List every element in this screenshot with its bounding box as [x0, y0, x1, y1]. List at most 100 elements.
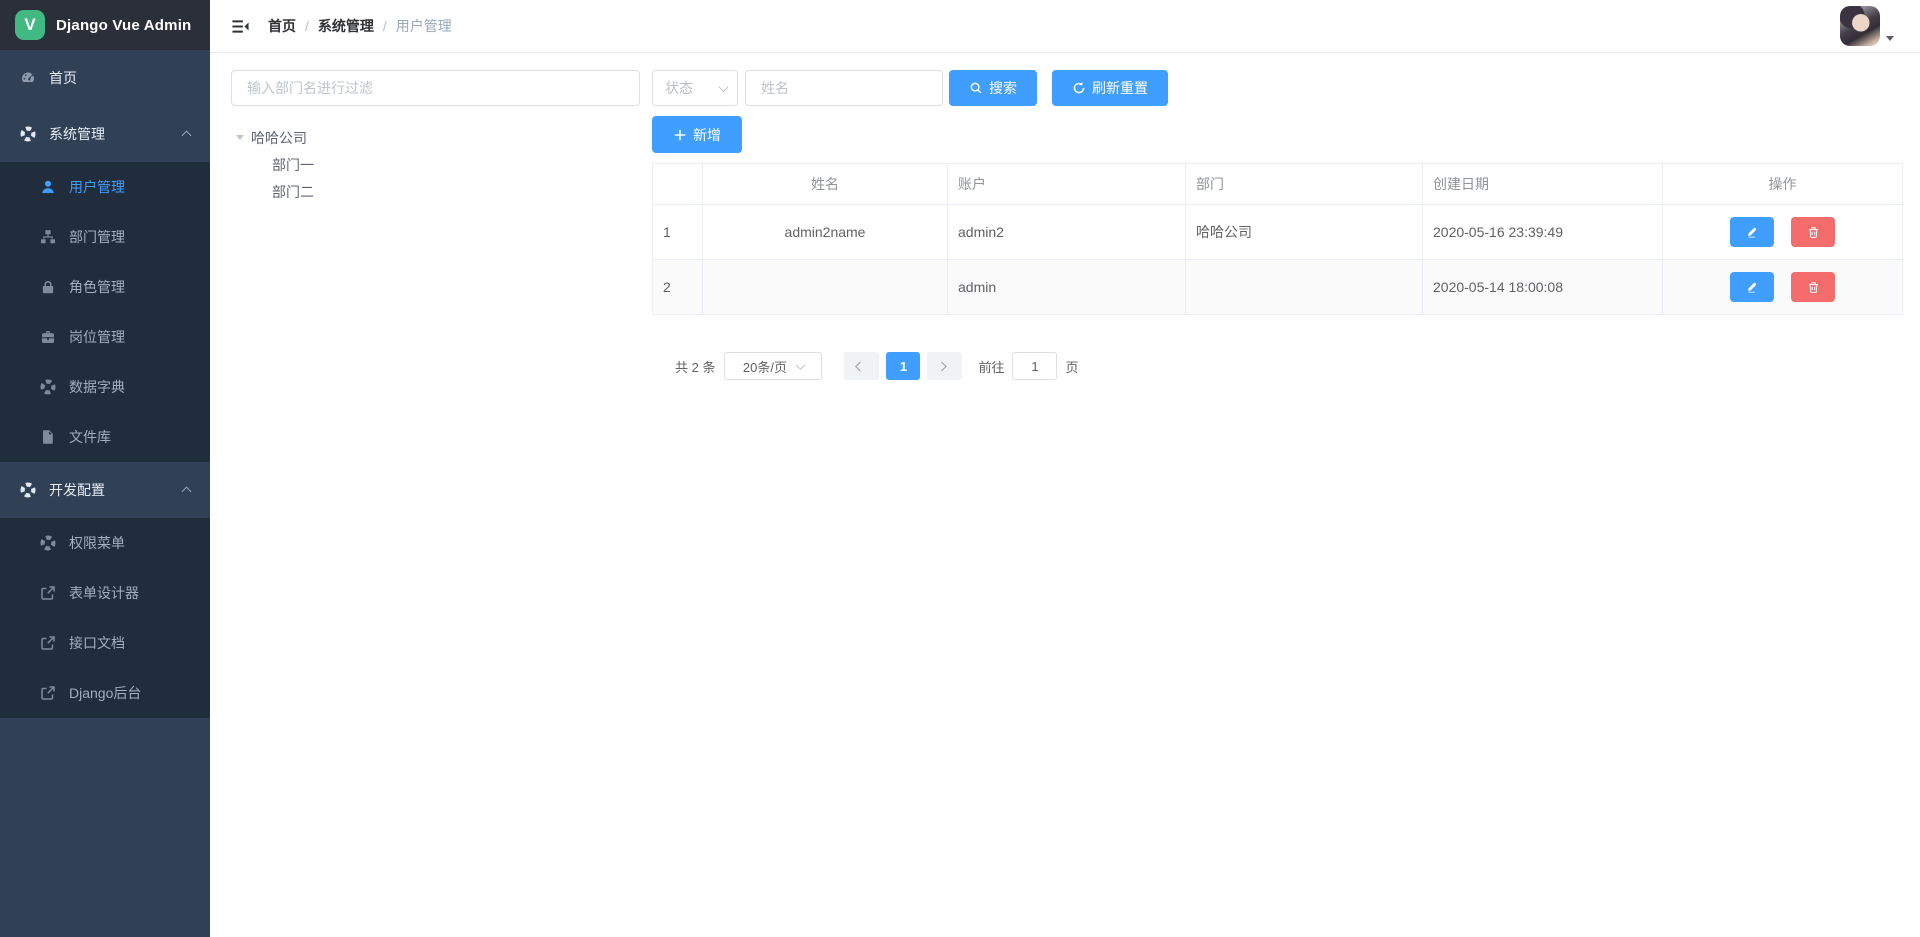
add-button-label: 新增	[693, 125, 721, 145]
plus-icon	[673, 128, 687, 142]
cell-account: admin	[948, 260, 1186, 315]
refresh-icon	[1072, 81, 1086, 95]
name-filter-input[interactable]	[745, 70, 943, 106]
navbar-user-area	[1840, 6, 1894, 46]
sidebar-item-label: 文件库	[69, 427, 111, 447]
hamburger-icon[interactable]	[231, 17, 250, 36]
add-user-button[interactable]: 新增	[652, 116, 742, 153]
page-content: 哈哈公司 部门一 部门二 状态 搜索	[210, 53, 1920, 380]
sidebar-item-posts[interactable]: 岗位管理	[0, 312, 210, 362]
breadcrumb-current: 用户管理	[396, 16, 452, 36]
user-avatar[interactable]	[1840, 6, 1880, 46]
sidebar-item-label: 权限菜单	[69, 533, 125, 553]
cell-index: 2	[653, 260, 703, 315]
main-area: 首页 / 系统管理 / 用户管理 哈哈公司 部门一	[210, 0, 1920, 937]
sidebar-group-system[interactable]: 系统管理	[0, 106, 210, 162]
breadcrumb: 首页 / 系统管理 / 用户管理	[268, 16, 452, 36]
breadcrumb-system[interactable]: 系统管理	[318, 16, 374, 36]
sidebar-menu: 首页 系统管理 用户管理 部门管理 角色管理	[0, 50, 210, 718]
goto-suffix: 页	[1065, 357, 1078, 376]
cell-actions	[1663, 205, 1903, 260]
breadcrumb-home[interactable]: 首页	[268, 16, 296, 36]
lock-icon	[40, 279, 56, 295]
sidebar-item-label: 部门管理	[69, 227, 125, 247]
cell-account: admin2	[948, 205, 1186, 260]
status-select[interactable]: 状态	[652, 70, 738, 106]
sidebar-item-dictionary[interactable]: 数据字典	[0, 362, 210, 412]
document-icon	[40, 429, 56, 445]
tree-node-child[interactable]: 部门二	[231, 178, 640, 205]
table-row: 2 admin 2020-05-14 18:00:08	[653, 260, 1903, 315]
sidebar-item-label: Django后台	[69, 683, 141, 703]
user-panel: 状态 搜索 刷新重置 新增	[652, 70, 1902, 380]
sidebar-item-form-designer[interactable]: 表单设计器	[0, 568, 210, 618]
trash-icon	[1807, 281, 1820, 294]
col-header-account: 账户	[948, 164, 1186, 205]
search-icon	[969, 81, 983, 95]
edit-user-button[interactable]	[1730, 217, 1774, 247]
cell-actions	[1663, 260, 1903, 315]
user-table: 姓名 账户 部门 创建日期 操作 1 admin2name admin2 哈哈公…	[652, 163, 1903, 315]
delete-user-button[interactable]	[1791, 217, 1835, 247]
search-button[interactable]: 搜索	[949, 70, 1037, 106]
status-select-value: 状态	[665, 78, 693, 98]
breadcrumb-separator: /	[383, 18, 387, 34]
sidebar-item-api-docs[interactable]: 接口文档	[0, 618, 210, 668]
component-icon	[40, 379, 56, 395]
goto-label: 前往	[978, 357, 1004, 376]
sidebar-item-django-admin[interactable]: Django后台	[0, 668, 210, 718]
col-header-actions: 操作	[1663, 164, 1903, 205]
table-row: 1 admin2name admin2 哈哈公司 2020-05-16 23:3…	[653, 205, 1903, 260]
sidebar-item-label: 表单设计器	[69, 583, 139, 603]
cell-department: 哈哈公司	[1186, 205, 1423, 260]
filter-row: 状态 搜索 刷新重置	[652, 70, 1902, 106]
component-icon	[20, 126, 36, 142]
sidebar-item-roles[interactable]: 角色管理	[0, 262, 210, 312]
page-number-button[interactable]: 1	[886, 352, 920, 380]
pagination: 共 2 条 20条/页 1 前往 页	[675, 352, 1902, 380]
delete-user-button[interactable]	[1791, 272, 1835, 302]
cell-department	[1186, 260, 1423, 315]
tree-expand-icon[interactable]	[236, 135, 244, 140]
goto-page-input[interactable]	[1012, 352, 1057, 380]
sidebar-item-label: 接口文档	[69, 633, 125, 653]
briefcase-icon	[40, 329, 56, 345]
chevron-down-icon[interactable]	[1886, 36, 1894, 41]
component-icon	[20, 482, 36, 498]
sidebar-item-label: 角色管理	[69, 277, 125, 297]
department-filter-input[interactable]	[231, 70, 640, 106]
chevron-down-icon	[796, 360, 806, 370]
next-page-button[interactable]	[927, 352, 962, 380]
page-size-select[interactable]: 20条/页	[724, 352, 822, 380]
tree-node-root[interactable]: 哈哈公司	[231, 124, 640, 151]
cell-created: 2020-05-16 23:39:49	[1423, 205, 1663, 260]
app-logo-bar[interactable]: V Django Vue Admin	[0, 0, 210, 50]
tree-node-child[interactable]: 部门一	[231, 151, 640, 178]
chevron-up-icon	[182, 131, 192, 141]
refresh-reset-label: 刷新重置	[1092, 78, 1148, 98]
chevron-left-icon	[856, 361, 866, 371]
component-icon	[40, 535, 56, 551]
sidebar-group-dev[interactable]: 开发配置	[0, 462, 210, 518]
sidebar-item-users[interactable]: 用户管理	[0, 162, 210, 212]
sidebar-group-label: 系统管理	[49, 124, 105, 144]
external-link-icon	[40, 635, 56, 651]
edit-pencil-icon	[1745, 281, 1758, 294]
app-title: Django Vue Admin	[56, 17, 191, 34]
prev-page-button[interactable]	[844, 352, 879, 380]
sidebar-item-permission-menu[interactable]: 权限菜单	[0, 518, 210, 568]
refresh-reset-button[interactable]: 刷新重置	[1052, 70, 1168, 106]
chevron-down-icon	[719, 82, 729, 92]
user-icon	[40, 179, 56, 195]
chevron-right-icon	[937, 361, 947, 371]
sidebar-item-label: 数据字典	[69, 377, 125, 397]
department-tree: 哈哈公司 部门一 部门二	[231, 124, 640, 205]
top-navbar: 首页 / 系统管理 / 用户管理	[210, 0, 1920, 53]
sidebar-item-files[interactable]: 文件库	[0, 412, 210, 462]
sidebar-item-home[interactable]: 首页	[0, 50, 210, 106]
tree-node-label: 部门二	[272, 182, 314, 202]
sidebar-item-departments[interactable]: 部门管理	[0, 212, 210, 262]
edit-user-button[interactable]	[1730, 272, 1774, 302]
cell-name	[703, 260, 948, 315]
table-header-row: 姓名 账户 部门 创建日期 操作	[653, 164, 1903, 205]
